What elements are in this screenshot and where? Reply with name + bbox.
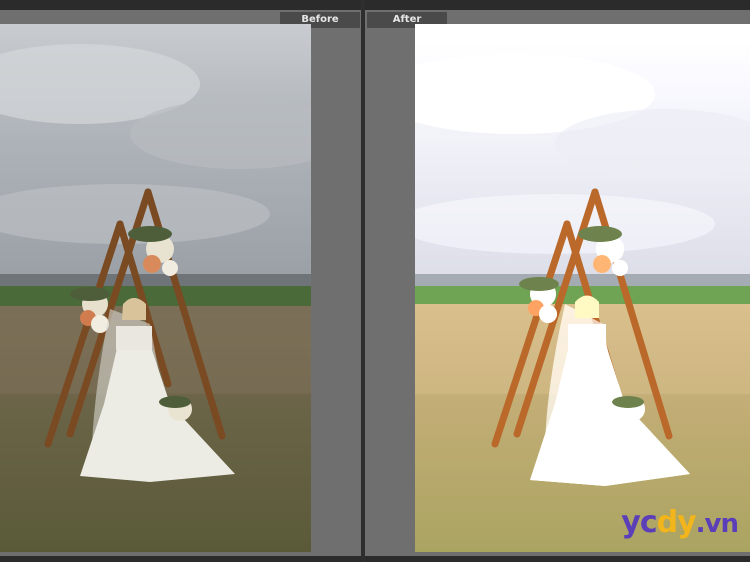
watermark-domain: .vn [695, 509, 739, 539]
before-pane: Before [0, 10, 361, 556]
before-photo-image [0, 24, 311, 552]
after-pane: After ycdy.vn [365, 10, 750, 556]
watermark-letter: y [677, 505, 697, 540]
after-photo [415, 24, 750, 552]
watermark-letter: d [656, 505, 679, 540]
before-photo [0, 24, 311, 552]
site-watermark-logo: ycdy.vn [621, 505, 739, 540]
watermark-letter: y [621, 505, 641, 540]
after-photo-image [415, 24, 750, 552]
watermark-letter: c [639, 505, 658, 540]
